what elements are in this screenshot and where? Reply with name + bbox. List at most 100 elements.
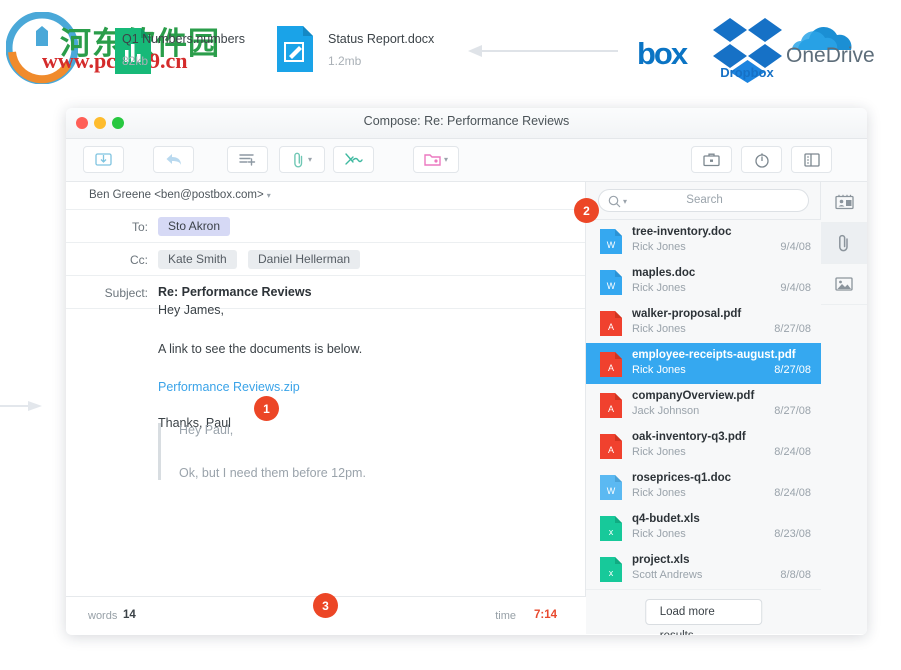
recipient-chip-cc-0[interactable]: Kate Smith: [158, 250, 237, 269]
to-row[interactable]: To: Sto Akron: [66, 210, 585, 243]
file-date: 8/27/08: [774, 405, 811, 417]
attach-button[interactable]: ▾: [279, 146, 325, 173]
folder-button[interactable]: ▾: [413, 146, 459, 173]
screenshot-root: 河东软件园 www.pc0359.cn Q1 Numbers.numbers 8…: [0, 0, 901, 670]
paperclip-icon: [292, 152, 305, 168]
doc-file-icon: W: [600, 270, 622, 295]
quoted-message: Hey Paul, Ok, but I need them before 12p…: [158, 423, 558, 480]
file-date: 9/4/08: [780, 241, 811, 253]
file-author: Rick Jones: [632, 282, 686, 294]
file-date: 8/27/08: [774, 323, 811, 335]
sidebar-item-contacts[interactable]: [821, 182, 867, 223]
from-address-text: Ben Greene <ben@postbox.com>: [89, 189, 264, 201]
file-date: 8/8/08: [780, 569, 811, 581]
list-item[interactable]: A oak-inventory-q3.pdf Rick Jones 8/24/0…: [586, 425, 821, 466]
file-name: oak-inventory-q3.pdf: [632, 431, 746, 443]
pdf-file-icon: A: [600, 352, 622, 377]
file-date: 8/23/08: [774, 528, 811, 540]
box-logo-icon: box: [637, 36, 686, 72]
words-label: words: [88, 610, 117, 622]
file-author: Rick Jones: [632, 241, 686, 253]
sidebar-item-images[interactable]: [821, 264, 867, 305]
window-title: Compose: Re: Performance Reviews: [66, 114, 867, 128]
banner-file-name: Status Report.docx: [328, 32, 434, 46]
callout-badge-2: 2: [574, 198, 599, 223]
timer-button[interactable]: [741, 146, 782, 173]
top-banner: 河东软件园 www.pc0359.cn Q1 Numbers.numbers 8…: [0, 0, 901, 100]
sidebar-layout-icon: [804, 153, 820, 167]
window-body: Ben Greene <ben@postbox.com>▾ To: Sto Ak…: [66, 182, 867, 634]
svg-text:A: A: [608, 322, 614, 332]
search-placeholder: Search: [599, 194, 810, 206]
stopwatch-icon: [754, 152, 770, 168]
list-item[interactable]: A walker-proposal.pdf Rick Jones 8/27/08: [586, 302, 821, 343]
pdf-file-icon: A: [600, 434, 622, 459]
compose-window: Compose: Re: Performance Reviews: [66, 108, 867, 635]
doc-file-icon: W: [600, 475, 622, 500]
reply-button[interactable]: [153, 146, 194, 173]
chevron-down-icon: ▾: [444, 155, 448, 164]
layout-button[interactable]: [791, 146, 832, 173]
file-name: companyOverview.pdf: [632, 390, 754, 402]
xls-file-icon: x: [600, 516, 622, 541]
time-value: 7:14: [534, 609, 557, 621]
xls-file-icon: x: [600, 557, 622, 582]
list-item[interactable]: W tree-inventory.doc Rick Jones 9/4/08: [586, 220, 821, 261]
paperclip-icon: [837, 234, 851, 252]
svg-text:A: A: [608, 363, 614, 373]
svg-text:x: x: [609, 527, 614, 537]
file-author: Rick Jones: [632, 487, 686, 499]
pointer-arrow-right-icon: [0, 400, 42, 412]
file-date: 8/24/08: [774, 446, 811, 458]
pdf-file-icon: A: [600, 393, 622, 418]
file-name: roseprices-q1.doc: [632, 472, 731, 484]
search-bar: ▾ Search: [586, 182, 820, 220]
send-mail-icon: [95, 152, 112, 167]
file-name: walker-proposal.pdf: [632, 308, 741, 320]
from-address: Ben Greene <ben@postbox.com>▾: [89, 189, 271, 201]
file-author: Rick Jones: [632, 323, 686, 335]
body-line-2: A link to see the documents is below.: [158, 342, 362, 356]
window-toolbar: ▾ ▾: [66, 139, 867, 182]
insert-template-button[interactable]: [227, 146, 268, 173]
from-row[interactable]: Ben Greene <ben@postbox.com>▾: [66, 182, 585, 210]
word-document-icon: [277, 26, 313, 72]
file-name: project.xls: [632, 554, 690, 566]
list-item[interactable]: W maples.doc Rick Jones 9/4/08: [586, 261, 821, 302]
message-body[interactable]: Hey James, A link to see the documents i…: [66, 278, 586, 596]
briefcase-icon: [703, 152, 720, 167]
list-item[interactable]: A employee-receipts-august.pdf Rick Jone…: [586, 343, 821, 384]
banner-file-card-0: Q1 Numbers.numbers 82kb: [122, 32, 245, 68]
load-more-button[interactable]: Load more results: [645, 599, 763, 625]
chevron-down-icon: ▾: [267, 191, 271, 200]
send-button[interactable]: [83, 146, 124, 173]
sidebar-item-attachments[interactable]: [821, 223, 867, 264]
file-author: Scott Andrews: [632, 569, 702, 581]
search-input[interactable]: ▾ Search: [598, 189, 809, 212]
file-name: employee-receipts-august.pdf: [632, 349, 796, 361]
load-more-area: Load more results: [586, 589, 821, 634]
body-attachment-link[interactable]: Performance Reviews.zip: [158, 380, 300, 394]
signature-scissors-icon: [344, 152, 363, 167]
cc-row[interactable]: Cc: Kate Smith Daniel Hellerman: [66, 243, 585, 276]
svg-text:W: W: [607, 281, 616, 291]
svg-text:x: x: [609, 568, 614, 578]
recipient-chip-to-0[interactable]: Sto Akron: [158, 217, 230, 236]
recipient-chip-cc-1[interactable]: Daniel Hellerman: [248, 250, 360, 269]
sidebar-rail: [821, 182, 867, 634]
quote-line-0: Hey Paul,: [179, 423, 558, 437]
list-item[interactable]: A companyOverview.pdf Jack Johnson 8/27/…: [586, 384, 821, 425]
list-item[interactable]: x q4-budet.xls Rick Jones 8/23/08: [586, 507, 821, 548]
list-item[interactable]: x project.xls Scott Andrews 8/8/08: [586, 548, 821, 589]
briefcase-button[interactable]: [691, 146, 732, 173]
signature-button[interactable]: [333, 146, 374, 173]
onedrive-label: OneDrive: [786, 44, 875, 68]
attachment-pane: ▾ Search W tree-inventory.doc Rick Jones…: [586, 182, 821, 634]
address-card-icon: [835, 194, 854, 210]
window-titlebar: Compose: Re: Performance Reviews: [66, 108, 867, 139]
file-date: 9/4/08: [780, 282, 811, 294]
file-author: Rick Jones: [632, 364, 686, 376]
attachment-file-list[interactable]: W tree-inventory.doc Rick Jones 9/4/08 W…: [586, 220, 821, 589]
callout-badge-1: 1: [254, 396, 279, 421]
list-item[interactable]: W roseprices-q1.doc Rick Jones 8/24/08: [586, 466, 821, 507]
